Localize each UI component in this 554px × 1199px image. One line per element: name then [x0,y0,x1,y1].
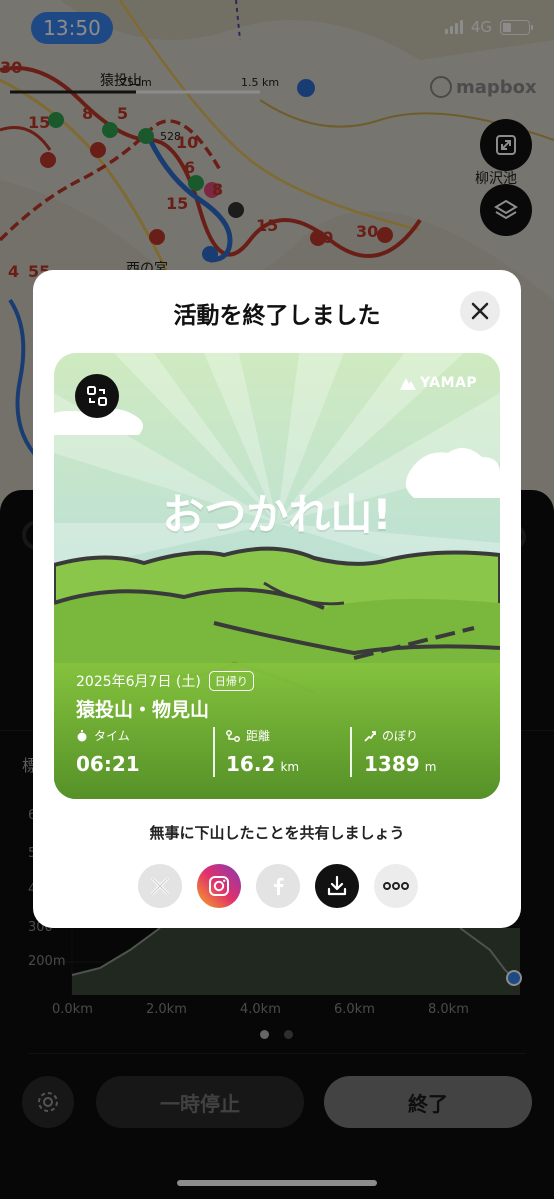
stopwatch-icon [77,729,87,741]
yamap-logo: YAMAP [400,375,477,391]
x-icon [150,876,170,896]
close-button[interactable] [460,291,500,331]
share-prompt: 無事に下山したことを共有しましょう [149,824,405,842]
card-route: 猿投山・物見山 [76,699,210,721]
save-image-button[interactable] [315,864,359,908]
more-options-button[interactable] [374,864,418,908]
swap-icon [87,386,107,406]
stat-divider [213,727,215,777]
instagram-icon [209,876,229,896]
share-instagram-button[interactable] [197,864,241,908]
more-icon [383,882,409,890]
facebook-icon [274,877,284,895]
summary-card: YAMAP おつかれ山! 2025年6月7日 (土) 日帰り 猿投山・物見山 タ… [54,353,500,799]
stat-time: タイム 06:21 [76,729,140,776]
card-date: 2025年6月7日 (土) [76,674,201,690]
trip-type-badge: 日帰り [208,671,254,691]
share-facebook-button[interactable] [256,864,300,908]
ascent-icon [364,730,376,742]
card-date-row: 2025年6月7日 (土) 日帰り [76,671,254,691]
stat-distance: 距離 16.2 km [226,729,300,776]
download-icon [327,875,347,896]
yamap-mountain-icon [400,378,416,390]
stat-ascent: のぼり 1389 m [364,729,437,776]
modal-title: 活動を終了しました [173,303,381,329]
route-icon [226,729,240,742]
switch-layout-button[interactable] [75,374,119,418]
share-x-button[interactable] [138,864,182,908]
activity-complete-modal: 活動を終了しました YAMAP おつかれ山! 2025年6月7日 (土) 日帰り… [33,270,521,928]
card-headline: おつかれ山! [162,490,392,539]
stat-divider [350,727,352,777]
close-icon [471,302,489,320]
